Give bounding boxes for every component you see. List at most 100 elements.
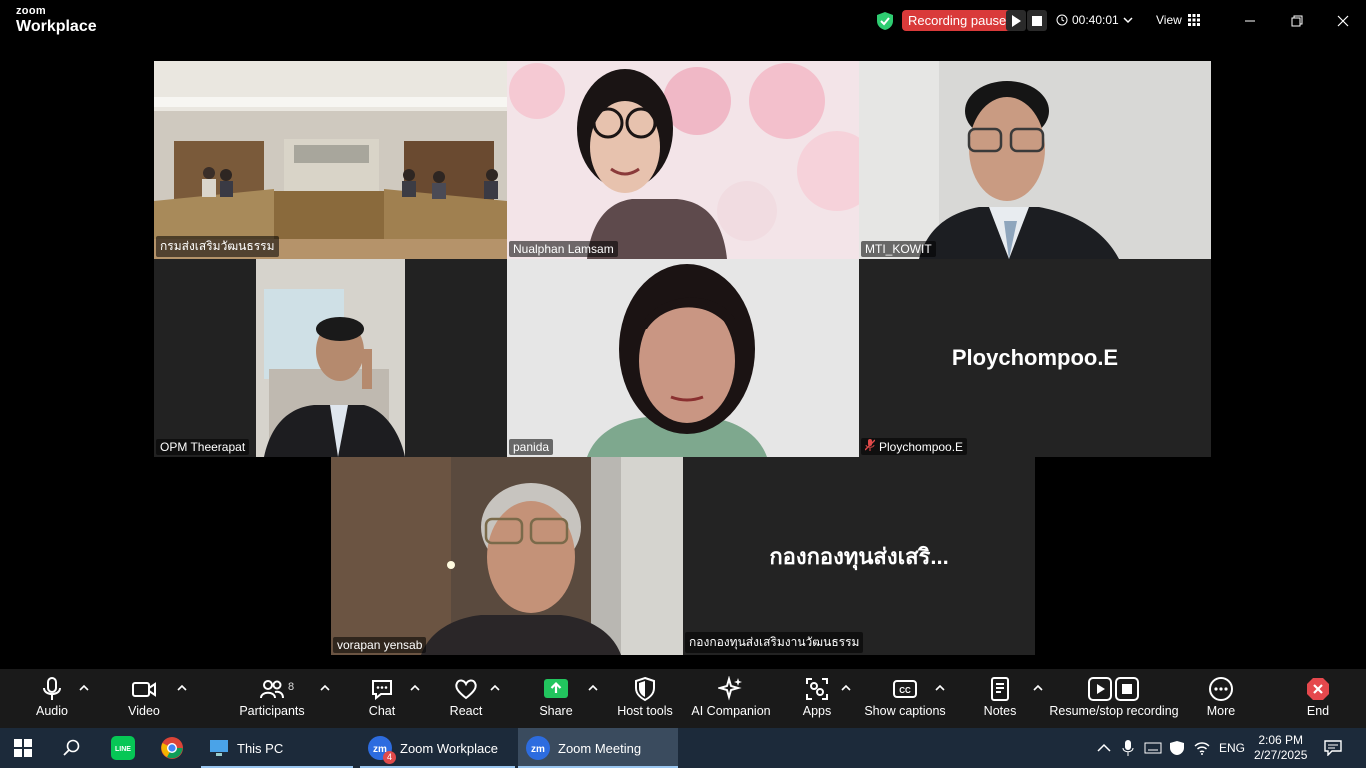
taskbar-line-app[interactable]: LINE — [111, 728, 135, 768]
windows-taskbar: LINE This PC zm 4 Zoom Workplace zm Zoom… — [0, 728, 1366, 768]
search-button[interactable] — [63, 728, 81, 768]
notes-button[interactable]: Notes — [955, 676, 1045, 718]
participant-video — [507, 61, 859, 259]
captions-options-chevron-up-icon[interactable] — [935, 683, 945, 693]
taskbar-chrome-app[interactable] — [160, 728, 184, 768]
end-meeting-button[interactable]: End — [1273, 676, 1363, 718]
participant-name: Nualphan Lamsam — [509, 241, 618, 257]
react-label: React — [449, 704, 483, 718]
heart-icon — [455, 679, 477, 700]
stop-recording-button[interactable] — [1027, 10, 1047, 31]
sparkle-icon — [718, 676, 742, 701]
taskbar-this-pc[interactable]: This PC — [201, 728, 353, 768]
chevron-down-icon — [1123, 17, 1133, 24]
security-shield-icon[interactable] — [876, 11, 894, 31]
clock-icon — [1056, 14, 1068, 26]
meeting-timer[interactable]: 00:40:01 — [1056, 13, 1133, 27]
zoom-app-icon: zm 4 — [368, 736, 396, 764]
ai-companion-button[interactable]: AI Companion — [686, 676, 776, 718]
participant-name: panida — [509, 439, 554, 455]
audio-label: Audio — [36, 704, 68, 718]
participant-tile[interactable]: Ploychompoo.E Ploychompoo.E — [859, 259, 1211, 457]
end-meeting-icon — [1307, 678, 1329, 700]
participant-name: กองกองทุนส่งเสริมงานวัฒนธรรม — [685, 632, 864, 653]
line-app-icon: LINE — [111, 736, 135, 760]
taskbar-zoom-meeting[interactable]: zm Zoom Meeting — [518, 728, 678, 768]
host-shield-icon — [635, 676, 655, 702]
chrome-icon — [161, 737, 183, 759]
apps-icon — [806, 678, 828, 700]
video-options-chevron-up-icon[interactable] — [177, 683, 187, 693]
start-button[interactable] — [14, 728, 32, 768]
search-icon — [63, 739, 80, 756]
chat-options-chevron-up-icon[interactable] — [410, 683, 420, 693]
tray-network[interactable] — [1194, 728, 1210, 768]
tray-input-method[interactable] — [1144, 728, 1162, 768]
apps-label: Apps — [802, 704, 832, 718]
participant-tile[interactable]: MTI_KOWIT — [859, 61, 1211, 259]
resume-stop-recording-button[interactable]: Resume/stop recording — [1044, 676, 1184, 718]
chat-label: Chat — [368, 704, 396, 718]
wifi-icon — [1194, 742, 1210, 755]
svg-text:LINE: LINE — [115, 746, 131, 753]
taskbar-zoom-workplace[interactable]: zm 4 Zoom Workplace — [360, 728, 515, 768]
react-options-chevron-up-icon[interactable] — [490, 683, 500, 693]
tray-clock[interactable]: 2:06 PM 2/27/2025 — [1254, 728, 1307, 768]
tray-language[interactable]: ENG — [1219, 728, 1245, 768]
tray-security[interactable] — [1169, 728, 1185, 768]
participant-tile[interactable]: vorapan yensab — [331, 457, 683, 655]
computer-icon — [210, 740, 228, 756]
participant-video — [154, 259, 507, 457]
recording-label: Resume/stop recording — [1049, 704, 1179, 718]
more-label: More — [1206, 704, 1236, 718]
svg-text:zm: zm — [531, 744, 545, 755]
minimize-button[interactable] — [1238, 10, 1262, 32]
more-button[interactable]: More — [1176, 676, 1266, 718]
show-hidden-icons-button[interactable] — [1097, 728, 1111, 768]
participant-tile[interactable]: กองกองทุนส่งเสริ... กองกองทุนส่งเสริมงาน… — [683, 457, 1035, 655]
recording-controls-icon — [1088, 677, 1139, 701]
apps-options-chevron-up-icon[interactable] — [841, 683, 851, 693]
more-icon — [1209, 677, 1233, 701]
taskbar-app-label: Zoom Workplace — [400, 740, 499, 756]
notification-badge: 4 — [383, 751, 396, 764]
notes-label: Notes — [983, 704, 1017, 718]
windows-security-icon — [1170, 741, 1184, 755]
participant-tile[interactable]: OPM Theerapat — [154, 259, 507, 457]
closed-captions-icon: CC — [893, 680, 917, 698]
share-label: Share — [539, 704, 573, 718]
restore-button[interactable] — [1285, 10, 1309, 32]
video-button[interactable]: Video — [99, 676, 189, 718]
notifications-icon — [1324, 740, 1342, 756]
participant-tile[interactable]: กรมส่งเสริมวัฒนธรรม — [154, 61, 507, 259]
zoom-logo: zoom Workplace — [16, 6, 97, 35]
svg-text:CC: CC — [899, 686, 911, 695]
restore-icon — [1291, 15, 1303, 27]
host-tools-button[interactable]: Host tools — [600, 676, 690, 718]
notes-icon — [991, 677, 1009, 701]
host-tools-label: Host tools — [617, 704, 673, 718]
meeting-toolbar: Audio Video Participants 8 Chat React Sh… — [0, 669, 1366, 728]
participant-tile[interactable]: Nualphan Lamsam — [507, 61, 859, 259]
audio-options-chevron-up-icon[interactable] — [79, 683, 89, 693]
participant-video — [507, 259, 859, 457]
tray-date: 2/27/2025 — [1254, 748, 1308, 762]
notes-options-chevron-up-icon[interactable] — [1033, 683, 1043, 693]
participant-video — [859, 61, 1211, 259]
participants-button[interactable]: Participants — [227, 676, 317, 718]
view-button[interactable]: View — [1156, 13, 1200, 27]
tray-time: 2:06 PM — [1258, 733, 1304, 747]
participants-options-chevron-up-icon[interactable] — [320, 683, 330, 693]
grid-icon — [1187, 14, 1200, 26]
video-gallery: กรมส่งเสริมวัฒนธรรม Nualphan Lamsam MTI_… — [0, 44, 1366, 669]
notifications-button[interactable] — [1324, 728, 1342, 768]
zoom-app-icon: zm — [526, 736, 550, 760]
resume-recording-button[interactable] — [1006, 10, 1026, 31]
participant-name: Ploychompoo.E — [879, 440, 964, 454]
minimize-icon — [1245, 20, 1255, 22]
share-options-chevron-up-icon[interactable] — [588, 683, 598, 693]
participant-tile[interactable]: panida — [507, 259, 859, 457]
conference-room-video — [154, 61, 507, 259]
tray-microphone[interactable] — [1122, 728, 1134, 768]
close-button[interactable] — [1331, 10, 1355, 32]
